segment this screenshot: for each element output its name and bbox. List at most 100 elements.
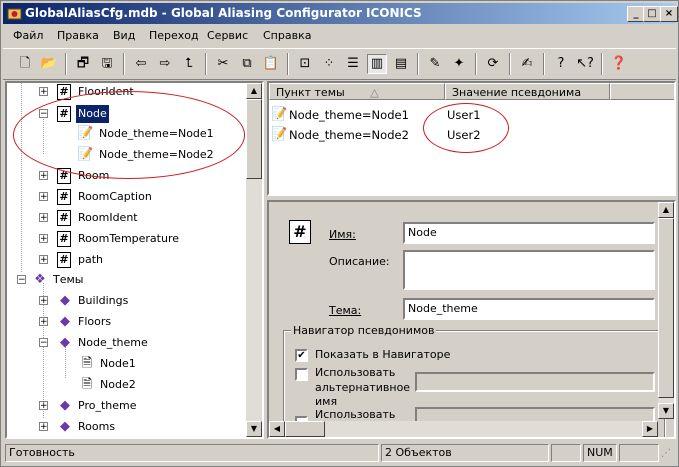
theme-book-icon: ◆	[60, 293, 70, 308]
small-icons-icon[interactable]: ⁘	[319, 54, 339, 74]
tree-item-label: Node2	[100, 378, 136, 391]
details-view-icon[interactable]: ▥	[367, 54, 387, 74]
use-alternative-name-label-2: альтернативное	[315, 381, 411, 394]
properties-hscrollbar[interactable]: ◀ ▶	[269, 421, 658, 437]
navigator-group-title: Навигатор псевдонимов	[291, 324, 437, 337]
name-label: Имя:	[329, 228, 356, 241]
menu-help[interactable]: Справка	[263, 26, 311, 45]
large-icons-icon[interactable]: ⊡	[295, 54, 315, 74]
show-in-navigator-checkbox[interactable]: ✔	[295, 349, 308, 362]
column-header-label: Пункт темы	[276, 86, 345, 99]
theme-icon[interactable]: ✦	[449, 54, 469, 74]
scroll-right-icon[interactable]: ▶	[642, 421, 658, 437]
theme-book-icon: ◆	[60, 335, 70, 350]
expand-icon[interactable]: +	[39, 401, 48, 411]
status-empty-panel	[619, 444, 659, 462]
scroll-left-icon[interactable]: ◀	[269, 421, 285, 437]
column-header-alias-value[interactable]: Значение псевдонима	[445, 83, 610, 100]
theme-field[interactable]: Node_theme	[403, 298, 655, 320]
alias-icon[interactable]: ✎	[425, 54, 445, 74]
alternative-name-field[interactable]	[415, 372, 655, 392]
menu-view[interactable]: Вид	[113, 26, 135, 45]
menu-file[interactable]: Файл	[13, 26, 43, 45]
expand-icon[interactable]: +	[39, 213, 48, 223]
alias-hash-icon: #	[57, 252, 71, 268]
report-view-icon[interactable]: ▤	[391, 54, 411, 74]
tree-item-label: Node_theme	[78, 336, 148, 349]
list-item-theme: Node_theme=Node1	[289, 108, 409, 122]
save-icon[interactable]: 🖫	[97, 54, 117, 74]
expand-icon[interactable]: +	[39, 192, 48, 202]
use-alternative-name-checkbox[interactable]	[295, 368, 308, 381]
app-icon	[7, 8, 22, 20]
tree-item-label: Floors	[78, 315, 112, 328]
window-title: GlobalAliasCfg.mdb - Global Aliasing Con…	[25, 6, 422, 20]
alias-hash-icon: #	[57, 210, 71, 226]
hscroll-thumb[interactable]	[285, 421, 325, 437]
collapse-icon[interactable]: −	[17, 275, 26, 285]
alias-value-icon: 📝	[271, 107, 288, 122]
scroll-thumb[interactable]	[246, 99, 262, 179]
expand-icon[interactable]: +	[39, 255, 48, 265]
open-icon[interactable]: 📂	[39, 54, 59, 74]
use-partial-label: Использовать	[315, 408, 396, 420]
status-bar: Готовность 2 Объектов NUM ⋰	[3, 442, 676, 464]
menu-navigate[interactable]: Переход	[149, 26, 199, 45]
status-ready: Готовность	[5, 444, 379, 462]
new-icon[interactable]: 🗋	[15, 54, 35, 74]
scroll-thumb[interactable]	[658, 218, 674, 398]
sort-arrow-icon: △	[370, 86, 379, 99]
scroll-down-icon[interactable]: ▼	[246, 421, 262, 437]
edit-icon[interactable]: ✍	[517, 54, 537, 74]
refresh-icon[interactable]: ⟳	[483, 54, 503, 74]
use-alternative-name-label-3: имя	[315, 395, 338, 408]
themes-folder-icon: ❖	[34, 272, 46, 287]
expand-icon[interactable]: +	[39, 296, 48, 306]
use-alternative-name-label-1: Использовать	[315, 366, 396, 379]
help-icon[interactable]: ?	[551, 54, 571, 74]
scroll-up-icon[interactable]: ▲	[658, 202, 674, 218]
about-icon[interactable]: ❓	[609, 54, 629, 74]
paste-icon[interactable]: 📋	[261, 54, 281, 74]
theme-item-document-icon: 🗎	[81, 356, 93, 371]
title-bar[interactable]: GlobalAliasCfg.mdb - Global Aliasing Con…	[3, 3, 678, 24]
column-header-empty	[610, 83, 674, 100]
expand-icon[interactable]: +	[39, 422, 48, 432]
resize-grip-icon[interactable]: ⋰	[661, 448, 673, 460]
collapse-icon[interactable]: −	[39, 338, 48, 348]
tree-item-label: Темы	[53, 273, 84, 286]
expand-icon[interactable]: +	[39, 87, 48, 97]
description-field[interactable]	[403, 250, 655, 290]
toolbar: 🗋 📂 🗗 🖫 ⇦ ⇨ ⮤ ✂ ⧉ 📋 ⊡ ⁘ ☰ ▥ ▤ ✎ ✦ ⟳ ✍ ? …	[3, 48, 676, 80]
up-folder-icon[interactable]: ⮤	[179, 54, 199, 74]
tree-scrollbar[interactable]: ▲ ▼	[246, 83, 262, 437]
menu-tools[interactable]: Сервис	[207, 26, 248, 45]
list-view-icon[interactable]: ☰	[343, 54, 363, 74]
list-item-theme: Node_theme=Node2	[289, 128, 409, 142]
expand-icon[interactable]: +	[39, 234, 48, 244]
properties-scrollbar[interactable]: ▲ ▼	[658, 202, 674, 419]
name-field[interactable]: Node	[403, 222, 655, 244]
scroll-up-icon[interactable]: ▲	[246, 83, 262, 99]
column-header-label: Значение псевдонима	[452, 86, 582, 99]
back-icon[interactable]: ⇦	[131, 54, 151, 74]
expand-icon[interactable]: +	[39, 317, 48, 327]
forward-icon[interactable]: ⇨	[155, 54, 175, 74]
expand-icon[interactable]: +	[39, 171, 48, 181]
status-empty-panel	[551, 444, 581, 462]
close-button[interactable]: ×	[660, 6, 678, 22]
menu-edit[interactable]: Правка	[57, 26, 99, 45]
show-in-navigator-label: Показать в Навигаторе	[315, 348, 451, 361]
alias-value-icon: 📝	[271, 127, 288, 142]
copy-icon[interactable]: ⧉	[237, 54, 257, 74]
maximize-button[interactable]: □	[643, 6, 661, 22]
app-window: GlobalAliasCfg.mdb - Global Aliasing Con…	[0, 0, 679, 467]
tree-item-label: RoomIdent	[78, 211, 138, 224]
theme-book-icon: ◆	[60, 398, 70, 413]
properties-icon[interactable]: 🗗	[73, 54, 93, 74]
column-header-theme-item[interactable]: Пункт темы △	[269, 83, 445, 100]
tree-item-label: RoomTemperature	[78, 232, 180, 245]
whats-this-icon[interactable]: ↖?	[575, 54, 595, 74]
scroll-down-icon[interactable]: ▼	[658, 403, 674, 419]
cut-icon[interactable]: ✂	[213, 54, 233, 74]
